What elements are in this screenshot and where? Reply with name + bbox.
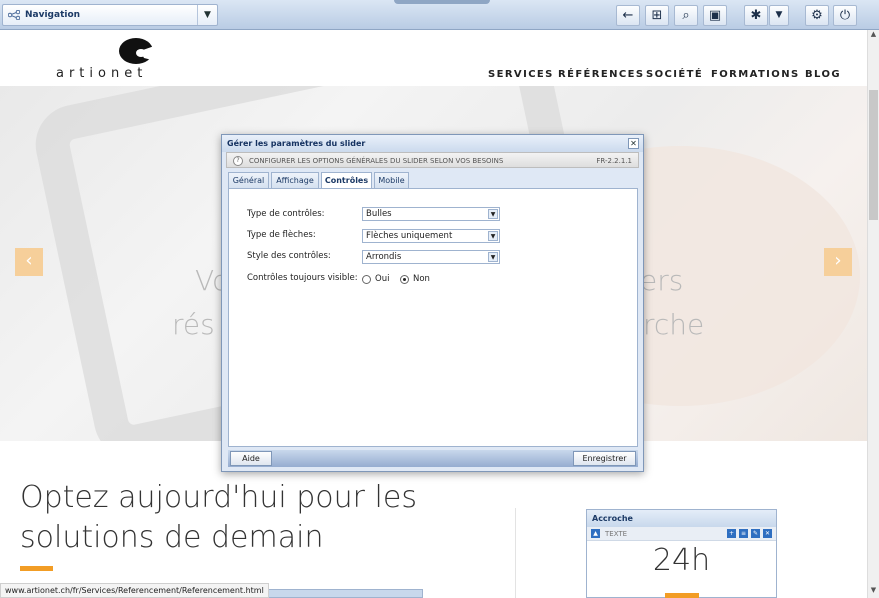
save-settings-button[interactable]: Enregistrer [573, 451, 636, 466]
accroche-bar-label: TEXTE [605, 530, 628, 538]
edit-icon[interactable]: ✎ [751, 529, 760, 538]
chevron-down-icon: ▼ [488, 252, 498, 262]
dialog-footer: Aide Enregistrer [228, 450, 638, 467]
slider-next-button[interactable]: › [824, 248, 852, 276]
dialog-info-bar: ? CONFIGURER LES OPTIONS GÉNÉRALES DU SL… [226, 152, 639, 168]
menu-services[interactable]: SERVICES [488, 69, 554, 80]
scroll-down-icon[interactable]: ▼ [868, 586, 879, 596]
back-button[interactable]: ← [616, 5, 640, 26]
radio-oui-label: Oui [375, 274, 390, 284]
chevron-down-icon: ▼ [488, 231, 498, 241]
hero-text-2a: rés [172, 308, 215, 341]
chevron-down-icon: ▼ [775, 10, 783, 20]
logout-button[interactable]: ⏻ [833, 5, 857, 26]
menu-blog[interactable]: BLOG [805, 69, 841, 80]
tools-dropdown-button[interactable]: ▼ [769, 5, 789, 26]
help-button[interactable]: Aide [230, 451, 272, 466]
delete-icon[interactable]: ✕ [763, 529, 772, 538]
chevron-down-icon[interactable]: ▼ [197, 5, 217, 25]
add-icon[interactable]: + [727, 529, 736, 538]
cms-toolbar: Navigation ▼ ← ⊞ ⌕ ▣ ✱ ▼ ⚙ ⏻ [0, 0, 879, 30]
accroche-toolbar: ▲ TEXTE + ≡ ✎ ✕ [587, 527, 776, 541]
chevron-down-icon: ▼ [488, 209, 498, 219]
menu-references[interactable]: RÉFÉRENCES [558, 69, 644, 80]
scroll-thumb[interactable] [869, 90, 878, 220]
tab-mobile[interactable]: Mobile [374, 172, 409, 188]
menu-formations[interactable]: FORMATIONS [711, 69, 800, 80]
page-headline: Optez aujourd'hui pour les solutions de … [20, 478, 417, 558]
accroche-underline [665, 593, 699, 598]
save-button[interactable]: ▣ [703, 5, 727, 26]
toolbar-collapse-handle[interactable] [394, 0, 490, 4]
chevron-left-icon: ‹ [25, 250, 33, 271]
chevron-right-icon: › [834, 250, 842, 271]
navigation-label: Navigation [25, 10, 81, 20]
back-arrow-icon: ← [622, 8, 634, 23]
cms-block-strip [250, 589, 423, 598]
status-bar-url: www.artionet.ch/fr/Services/Referencemen… [0, 583, 269, 598]
page-scrollbar[interactable]: ▲ ▼ [867, 30, 879, 598]
column-divider [515, 508, 516, 598]
accroche-value: 24h [652, 543, 711, 578]
scroll-up-icon[interactable]: ▲ [868, 30, 879, 40]
add-page-button[interactable]: ⊞ [645, 5, 669, 26]
settings-button[interactable]: ⚙ [805, 5, 829, 26]
controles-panel: Type de contrôles: Bulles ▼ Type de flèc… [228, 188, 638, 447]
type-controles-label: Type de contrôles: [247, 209, 325, 219]
site-header: artionet SERVICES RÉFÉRENCES SOCIÉTÉ FOR… [0, 30, 879, 88]
slider-prev-button[interactable]: ‹ [15, 248, 43, 276]
help-icon[interactable]: ? [233, 156, 243, 166]
hero-text-2b: rche [643, 308, 705, 341]
radio-oui[interactable] [362, 275, 371, 284]
power-icon: ⏻ [839, 8, 851, 23]
toujours-visible-label: Contrôles toujours visible: [247, 273, 358, 283]
hero-text-1b: ers [640, 264, 684, 297]
tab-general[interactable]: Général [228, 172, 269, 188]
dialog-version: FR-2.2.1.1 [596, 157, 632, 165]
radio-non[interactable] [400, 275, 409, 284]
tab-affichage[interactable]: Affichage [271, 172, 319, 188]
dialog-info-text: CONFIGURER LES OPTIONS GÉNÉRALES DU SLID… [249, 157, 504, 165]
headline-line-2: solutions de demain [20, 520, 324, 555]
settings-icon: ⚙ [811, 8, 823, 23]
type-controles-select[interactable]: Bulles ▼ [362, 207, 500, 221]
save-icon: ▣ [708, 8, 722, 23]
preview-button[interactable]: ⌕ [674, 5, 698, 26]
type-fleches-label: Type de flèches: [247, 230, 316, 240]
copy-icon[interactable]: ≡ [739, 529, 748, 538]
preview-icon: ⌕ [682, 8, 690, 23]
radio-non-label: Non [413, 274, 430, 284]
type-fleches-select[interactable]: Flèches uniquement ▼ [362, 229, 500, 243]
add-page-icon: ⊞ [651, 8, 663, 23]
style-controles-label: Style des contrôles: [247, 251, 331, 261]
move-up-icon[interactable]: ▲ [591, 529, 600, 538]
navigation-select[interactable]: Navigation ▼ [2, 4, 218, 26]
logo-text[interactable]: artionet [56, 66, 147, 81]
accroche-title: Accroche [587, 510, 776, 527]
tools-button[interactable]: ✱ [744, 5, 768, 26]
artionet-logo-icon [119, 38, 160, 64]
tab-controles[interactable]: Contrôles [321, 172, 372, 189]
style-controles-select[interactable]: Arrondis ▼ [362, 250, 500, 264]
close-icon[interactable]: ✕ [628, 138, 639, 149]
dialog-title-bar: Gérer les paramètres du slider ✕ [222, 135, 643, 152]
headline-underline [20, 566, 53, 571]
slider-settings-dialog: Gérer les paramètres du slider ✕ ? CONFI… [221, 134, 644, 472]
menu-societe[interactable]: SOCIÉTÉ [646, 69, 703, 80]
headline-line-1: Optez aujourd'hui pour les [20, 480, 417, 515]
tools-icon: ✱ [750, 8, 762, 23]
accroche-block: Accroche ▲ TEXTE + ≡ ✎ ✕ 24h [586, 509, 777, 598]
dialog-title: Gérer les paramètres du slider [227, 139, 366, 148]
sitemap-icon [8, 10, 20, 20]
